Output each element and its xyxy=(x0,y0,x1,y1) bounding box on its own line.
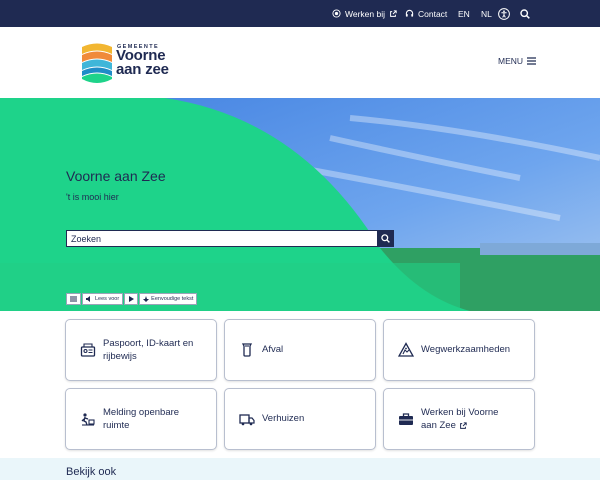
card-report-label: Melding openbare ruimte xyxy=(103,406,213,432)
external-link-icon xyxy=(390,9,397,17)
search-icon xyxy=(381,234,390,243)
card-roadworks[interactable]: Wegwerkzaamheden xyxy=(383,319,535,381)
logo-mark-icon xyxy=(82,43,112,83)
easy-text-icon xyxy=(143,296,150,302)
card-jobs-label: Werken bij Voorne aan Zee xyxy=(421,406,531,432)
top-utility-bar: Werken bij Contact EN NL xyxy=(0,0,600,27)
contact-link[interactable]: Contact xyxy=(405,0,447,27)
card-passport-label: Paspoort, ID-kaart en rijbewijs xyxy=(103,337,213,363)
list-icon xyxy=(70,296,77,302)
card-waste[interactable]: Afval xyxy=(224,319,376,381)
easy-text-label: Eenvoudige tekst xyxy=(151,296,194,302)
search-icon xyxy=(520,8,530,19)
id-card-icon xyxy=(80,343,96,357)
card-passport-line-1: Paspoort, ID-kaart en xyxy=(103,338,194,349)
waste-bin-icon xyxy=(241,343,253,357)
roadworks-icon xyxy=(398,342,414,357)
card-jobs-line-2: aan Zee xyxy=(421,420,456,431)
card-jobs-line-2-wrap: aan Zee xyxy=(421,419,531,432)
jobs-link[interactable]: Werken bij xyxy=(332,0,397,27)
search-toggle-button[interactable] xyxy=(520,0,530,27)
site-logo[interactable]: GEMEENTE Voorne aan zee xyxy=(80,41,190,85)
card-jobs-line-1: Werken bij Voorne xyxy=(421,407,499,418)
hamburger-icon xyxy=(527,57,537,65)
readspeaker-toolbar: Lees voor Eenvoudige tekst xyxy=(66,293,198,305)
jobs-link-label: Werken bij xyxy=(345,8,385,19)
card-jobs[interactable]: Werken bij Voorne aan Zee xyxy=(383,388,535,450)
accessibility-icon xyxy=(498,7,510,20)
lang-en-link[interactable]: EN xyxy=(458,0,470,27)
card-waste-label: Afval xyxy=(262,344,284,355)
external-link-icon xyxy=(459,421,467,429)
contact-link-label: Contact xyxy=(418,8,448,19)
readspeaker-label: Lees voor xyxy=(95,296,120,302)
speaker-icon xyxy=(86,296,90,302)
search-input[interactable] xyxy=(66,230,378,247)
see-also-title: Bekijk ook xyxy=(66,466,117,478)
hero-subtitle: 't is mooi hier xyxy=(66,192,119,202)
logo-name: Voorne aan zee xyxy=(116,48,169,78)
card-report-public-space[interactable]: Melding openbare ruimte xyxy=(65,388,217,450)
readspeaker-menu-button[interactable] xyxy=(66,293,81,305)
hero-title: Voorne aan Zee xyxy=(66,168,166,184)
search-submit-button[interactable] xyxy=(377,230,394,247)
play-icon xyxy=(129,296,135,302)
see-also-section: Bekijk ook xyxy=(0,458,600,480)
readspeaker-start-button[interactable] xyxy=(124,293,139,305)
card-passport[interactable]: Paspoort, ID-kaart en rijbewijs xyxy=(65,319,217,381)
hero-background xyxy=(0,98,600,311)
easy-text-button[interactable]: Eenvoudige tekst xyxy=(139,293,198,305)
lang-nl-label: NL xyxy=(481,8,492,19)
card-passport-line-2: rijbewijs xyxy=(103,351,137,362)
card-roadworks-label: Wegwerkzaamheden xyxy=(421,344,511,355)
card-report-line-2: ruimte xyxy=(103,420,130,431)
readspeaker-play-button[interactable]: Lees voor xyxy=(82,293,124,305)
card-moving-label: Verhuizen xyxy=(262,413,305,424)
menu-button[interactable]: MENU xyxy=(498,56,537,66)
logo-line-2: aan zee xyxy=(116,60,169,78)
report-icon xyxy=(81,413,95,426)
card-report-line-1: Melding openbare xyxy=(103,407,180,418)
lang-nl-link[interactable]: NL xyxy=(481,0,492,27)
card-moving[interactable]: Verhuizen xyxy=(224,388,376,450)
site-header: GEMEENTE Voorne aan zee MENU xyxy=(0,27,600,98)
target-icon xyxy=(332,9,341,18)
moving-truck-icon xyxy=(239,414,255,426)
briefcase-icon xyxy=(399,413,413,425)
accessibility-button[interactable] xyxy=(498,0,510,27)
menu-label: MENU xyxy=(498,56,524,66)
hero-banner: Voorne aan Zee 't is mooi hier Lees voor… xyxy=(0,98,600,311)
headset-icon xyxy=(405,9,414,17)
lang-en-label: EN xyxy=(458,8,470,19)
